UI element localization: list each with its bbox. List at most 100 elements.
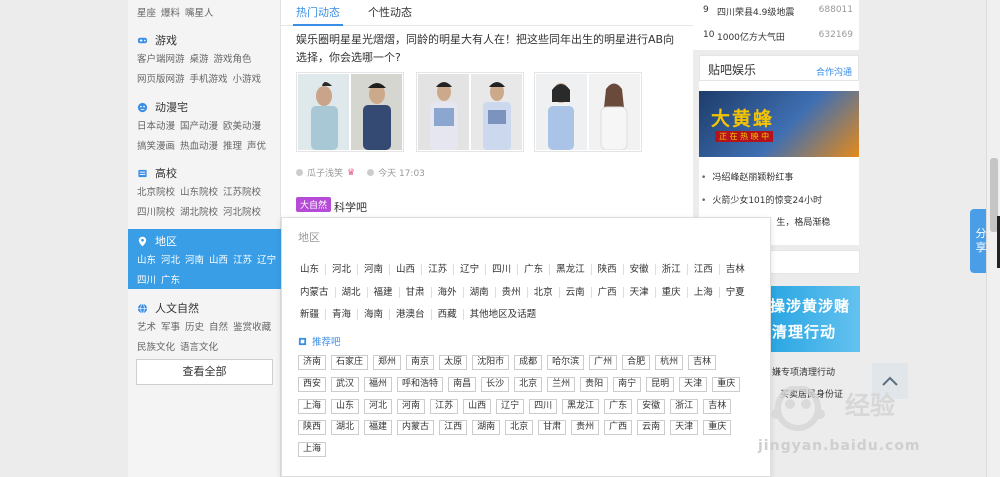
recommend-chip[interactable]: 长沙	[481, 377, 510, 392]
recommend-chip[interactable]: 南昌	[448, 377, 477, 392]
region-link[interactable]: 西藏	[430, 309, 463, 320]
category-colleges-title[interactable]: 高校	[155, 165, 177, 181]
recommend-chip[interactable]: 天津	[679, 377, 708, 392]
news-item[interactable]: 嫌专项清理行动	[772, 365, 835, 378]
photo-thumbnail[interactable]	[418, 74, 469, 150]
category-anime[interactable]: 动漫宅 日本动漫 国产动漫 欧美动漫 搞笑漫画 热血动漫 推理 声优	[128, 97, 280, 159]
photo-thumbnail[interactable]	[471, 74, 522, 150]
cat-link[interactable]: 欧美动漫	[223, 121, 261, 132]
photo-thumbnail[interactable]	[298, 74, 349, 150]
ranking-row[interactable]: 9 四川荣县4.9级地震 688011	[703, 5, 853, 18]
category-humanities-title[interactable]: 人文自然	[155, 300, 199, 316]
recommend-chip[interactable]: 湖北	[331, 420, 360, 435]
region-link[interactable]: 广西	[590, 287, 623, 298]
cat-link[interactable]: 湖北院校	[180, 207, 218, 218]
recommend-chip[interactable]: 江西	[439, 420, 468, 435]
cat-link[interactable]: 语言文化	[180, 342, 218, 353]
rank-title[interactable]: 四川荣县4.9级地震	[717, 5, 819, 18]
cat-link[interactable]: 辽宁	[257, 255, 276, 266]
recommend-chip[interactable]: 陕西	[298, 420, 327, 435]
region-link[interactable]: 海南	[357, 309, 389, 320]
recommend-chip[interactable]: 河北	[364, 399, 393, 414]
recommend-chip[interactable]: 云南	[637, 420, 666, 435]
recommend-chip[interactable]: 北京	[514, 377, 543, 392]
region-link[interactable]: 山西	[389, 264, 421, 275]
recommend-chip[interactable]: 重庆	[712, 377, 741, 392]
region-link[interactable]: 江西	[686, 264, 719, 275]
recommend-chip[interactable]: 西安	[298, 377, 327, 392]
recommend-chip[interactable]: 杭州	[655, 355, 684, 370]
region-link[interactable]: 重庆	[654, 287, 687, 298]
recommend-chip[interactable]: 天津	[670, 420, 699, 435]
cat-link[interactable]: 日本动漫	[137, 121, 175, 132]
photo-thumbnail[interactable]	[589, 74, 640, 150]
cat-link[interactable]: 山东院校	[180, 187, 218, 198]
region-link[interactable]: 四川	[485, 264, 517, 275]
bumblebee-banner[interactable]: 大黄蜂 正 在 热 映 中	[699, 91, 859, 157]
news-item[interactable]: 火箭少女101的惊变24小时	[701, 193, 822, 206]
region-link[interactable]: 宁夏	[718, 287, 751, 298]
cat-link[interactable]: 广东	[161, 275, 180, 286]
cat-link[interactable]: 游戏角色	[214, 54, 252, 65]
cat-link[interactable]: 声优	[247, 141, 266, 152]
recommend-chip[interactable]: 内蒙古	[397, 420, 435, 435]
cat-link[interactable]: 手机游戏	[190, 74, 228, 85]
cat-link[interactable]: 四川院校	[137, 207, 175, 218]
news-item[interactable]: 冯绍峰赵丽颖粉红事	[701, 170, 793, 183]
region-link[interactable]: 青海	[325, 309, 357, 320]
cat-link[interactable]: 自然	[209, 322, 228, 333]
cat-link[interactable]: 河北院校	[223, 207, 261, 218]
recommend-chip[interactable]: 福建	[364, 420, 393, 435]
recommend-chip[interactable]: 南宁	[613, 377, 642, 392]
region-link[interactable]: 福建	[366, 287, 399, 298]
category-games[interactable]: 游戏 客户端网游 桌游 游戏角色 网页版网游 手机游戏 小游戏	[128, 30, 280, 92]
recommend-chip[interactable]: 吉林	[688, 355, 717, 370]
recommend-chip[interactable]: 北京	[505, 420, 534, 435]
photo-thumbnail[interactable]	[351, 74, 402, 150]
cat-link[interactable]: 北京院校	[137, 187, 175, 198]
region-link[interactable]: 云南	[558, 287, 591, 298]
region-link[interactable]: 甘肃	[398, 287, 431, 298]
category-games-title[interactable]: 游戏	[155, 32, 177, 48]
region-link[interactable]: 浙江	[654, 264, 687, 275]
region-link[interactable]: 陕西	[590, 264, 623, 275]
region-link[interactable]: 黑龙江	[549, 264, 591, 275]
recommend-chip[interactable]: 呼和浩特	[397, 377, 444, 392]
cleanup-campaign-banner[interactable]: 操涉黄涉赌 清理行动	[770, 286, 860, 352]
region-link[interactable]: 天津	[622, 287, 655, 298]
cat-link[interactable]: 小游戏	[233, 74, 262, 85]
region-link[interactable]: 北京	[526, 287, 559, 298]
recommend-chip[interactable]: 沈阳市	[472, 355, 510, 370]
recommend-chip[interactable]: 太原	[439, 355, 468, 370]
recommend-chip[interactable]: 山东	[331, 399, 360, 414]
recommend-chip[interactable]: 广西	[604, 420, 633, 435]
region-link[interactable]: 广东	[517, 264, 549, 275]
recommend-chip[interactable]: 山西	[463, 399, 492, 414]
region-link[interactable]: 其他地区及话题	[462, 309, 543, 320]
cat-link[interactable]: 推理	[223, 141, 242, 152]
region-link[interactable]: 内蒙古	[300, 287, 335, 298]
news-item[interactable]: 生，格局渐稳	[765, 215, 830, 228]
recommend-chip[interactable]: 南京	[406, 355, 435, 370]
region-link[interactable]: 安徽	[622, 264, 655, 275]
category-region-title[interactable]: 地区	[155, 233, 177, 249]
recommend-chip[interactable]: 广东	[604, 399, 633, 414]
recommend-chip[interactable]: 贵州	[571, 420, 600, 435]
recommend-chip[interactable]: 四川	[529, 399, 558, 414]
recommend-chip[interactable]: 辽宁	[496, 399, 525, 414]
cat-link[interactable]: 江苏院校	[223, 187, 261, 198]
recommend-chip[interactable]: 郑州	[373, 355, 402, 370]
recommend-chip[interactable]: 黑龙江	[562, 399, 600, 414]
cat-link[interactable]: 客户端网游	[137, 54, 185, 65]
recommend-chip[interactable]: 哈尔滨	[547, 355, 585, 370]
region-link[interactable]: 贵州	[494, 287, 527, 298]
link-zuixingren[interactable]: 嘴星人	[185, 8, 214, 19]
recommend-chip[interactable]: 吉林	[703, 399, 732, 414]
cat-link[interactable]: 鉴赏收藏	[233, 322, 271, 333]
recommend-chip[interactable]: 成都	[514, 355, 543, 370]
cat-link[interactable]: 军事	[161, 322, 180, 333]
cat-link[interactable]: 四川	[137, 275, 156, 286]
region-link[interactable]: 河南	[357, 264, 389, 275]
recommend-chip[interactable]: 石家庄	[331, 355, 369, 370]
cat-link[interactable]: 国产动漫	[180, 121, 218, 132]
